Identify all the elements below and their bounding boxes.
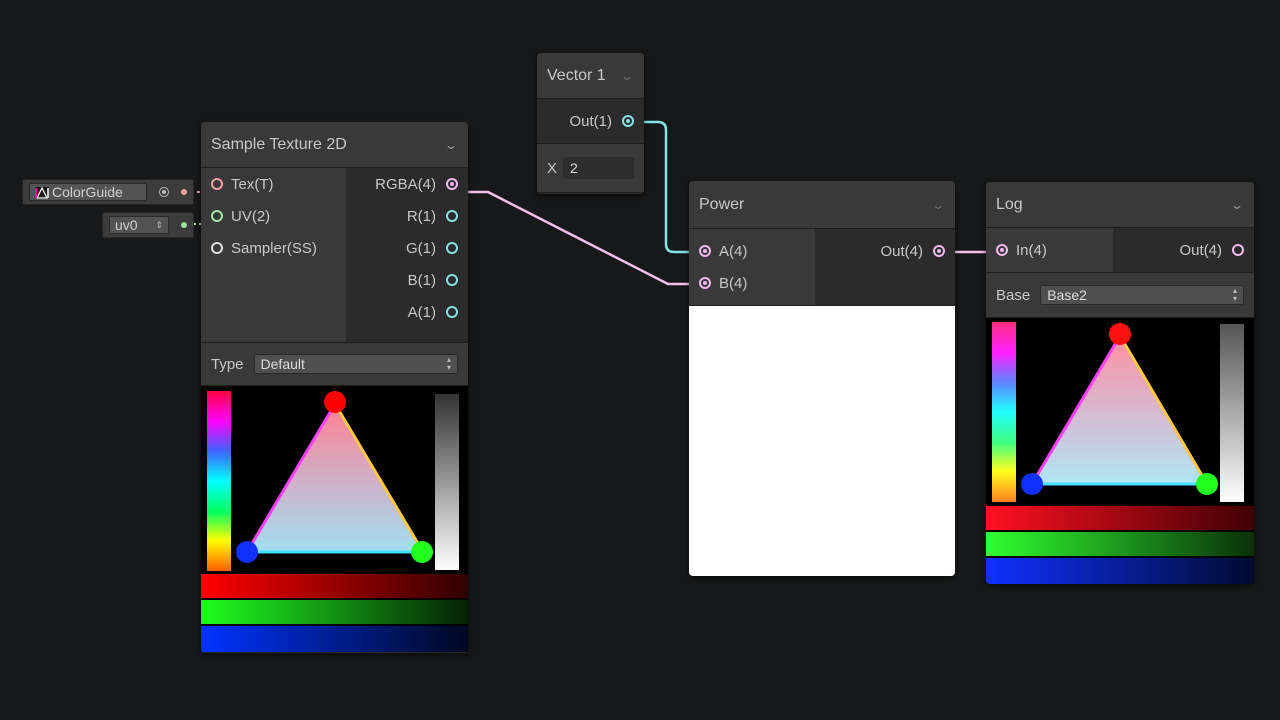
node-title: Power [699, 195, 745, 213]
port-dot-icon[interactable] [211, 210, 223, 222]
node-header[interactable]: Vector 1 ⌄ [537, 53, 644, 99]
port-label: A(4) [719, 242, 748, 260]
node-title: Sample Texture 2D [211, 135, 347, 153]
type-dropdown[interactable]: Default ▴ ▾ [253, 354, 458, 374]
vector1-node[interactable]: Vector 1 ⌄ Out(1) X 2 [537, 53, 644, 194]
port-dot-icon[interactable] [211, 242, 223, 254]
port-label: R(1) [406, 207, 436, 225]
port-label: Sampler(SS) [231, 239, 317, 257]
input-port-in[interactable]: In(4) [986, 234, 1113, 266]
log-node[interactable]: Log ⌄ In(4) Out(4) Base Base2 ▴ ▾ [986, 182, 1254, 584]
port-label: A(1) [407, 303, 436, 321]
port-dot-icon[interactable] [446, 274, 458, 286]
port-label: G(1) [406, 239, 436, 257]
output-port-r[interactable]: R(1) [346, 200, 468, 232]
input-port-a[interactable]: A(4) [689, 235, 815, 267]
output-port-out[interactable]: Out(4) [815, 235, 955, 267]
output-port-out[interactable]: Out(1) [537, 105, 644, 137]
port-dot-icon[interactable] [446, 210, 458, 222]
output-port-out[interactable]: Out(4) [1113, 234, 1254, 266]
uv-channel-value: uv0 [115, 217, 138, 233]
chevron-down-icon[interactable]: ⌄ [928, 198, 948, 212]
port-dot-icon[interactable] [446, 306, 458, 318]
port-label: Out(4) [1179, 241, 1222, 259]
port-label: Out(1) [569, 112, 612, 130]
base-value: Base2 [1047, 287, 1087, 303]
port-label: Tex(T) [231, 175, 274, 193]
port-dot-icon[interactable] [699, 245, 711, 257]
node-title: Vector 1 [547, 66, 606, 84]
input-port-uv[interactable]: UV(2) [201, 200, 346, 232]
chevron-down-icon[interactable]: ⌄ [441, 138, 461, 152]
base-row: Base Base2 ▴ ▾ [986, 273, 1254, 318]
uv-channel-dropdown[interactable]: uv0 ⇕ [109, 216, 169, 234]
texture-object-name: ColorGuide [52, 184, 123, 200]
type-row: Type Default ▴ ▾ [201, 343, 468, 386]
port-dot-icon[interactable] [699, 277, 711, 289]
port-dot-icon[interactable] [996, 244, 1008, 256]
port-label: B(1) [407, 271, 436, 289]
color-guide-image [986, 322, 1254, 584]
x-value-input[interactable]: 2 [563, 157, 634, 179]
x-value: 2 [570, 160, 578, 176]
output-port-rgba[interactable]: RGBA(4) [346, 168, 468, 200]
node-header[interactable]: Sample Texture 2D ⌄ [201, 122, 468, 168]
type-label: Type [211, 355, 244, 373]
texture-thumbnail-icon [35, 186, 49, 199]
texture-inline-input[interactable]: ColorGuide [22, 179, 194, 205]
output-port-a[interactable]: A(1) [346, 296, 468, 328]
output-port-b[interactable]: B(1) [346, 264, 468, 296]
chevron-down-icon[interactable]: ⌄ [1227, 198, 1247, 212]
output-port-g[interactable]: G(1) [346, 232, 468, 264]
port-dot-icon[interactable] [622, 115, 634, 127]
base-label: Base [996, 286, 1031, 304]
log-preview [986, 318, 1254, 584]
port-dot-icon[interactable] [1232, 244, 1244, 256]
texture-preview [201, 386, 468, 652]
power-node[interactable]: Power ⌄ A(4) B(4) Out(4) [689, 181, 955, 576]
texture-inline-port[interactable] [181, 189, 187, 195]
x-label: X [547, 159, 558, 177]
texture-object-field[interactable]: ColorGuide [29, 183, 147, 201]
dropdown-arrows-icon: ▴ ▾ [1232, 286, 1237, 303]
object-picker-icon[interactable] [159, 187, 169, 197]
input-port-b[interactable]: B(4) [689, 267, 815, 299]
chevron-down-icon[interactable]: ⌄ [617, 69, 637, 83]
input-port-sampler[interactable]: Sampler(SS) [201, 232, 346, 264]
port-dot-icon[interactable] [446, 242, 458, 254]
wire-rgba-to-power-b [458, 190, 700, 286]
port-dot-icon[interactable] [933, 245, 945, 257]
port-label: Out(4) [880, 242, 923, 260]
x-field-row: X 2 [537, 144, 644, 193]
power-preview [689, 306, 955, 576]
port-label: RGBA(4) [375, 175, 436, 193]
sample-texture-2d-node[interactable]: Sample Texture 2D ⌄ Tex(T) UV(2) Sampler… [201, 122, 468, 653]
uv-inline-input[interactable]: uv0 ⇕ [102, 212, 194, 238]
port-dot-icon[interactable] [446, 178, 458, 190]
dropdown-arrows-icon: ⇕ [155, 219, 163, 230]
type-value: Default [260, 356, 305, 372]
port-label: UV(2) [231, 207, 271, 225]
node-header[interactable]: Log ⌄ [986, 182, 1254, 228]
color-guide-image [201, 391, 468, 652]
dropdown-arrows-icon: ▴ ▾ [446, 355, 451, 372]
uv-inline-port[interactable] [181, 222, 187, 228]
node-header[interactable]: Power ⌄ [689, 181, 955, 229]
port-dot-icon[interactable] [211, 178, 223, 190]
base-dropdown[interactable]: Base2 ▴ ▾ [1040, 285, 1244, 305]
port-label: In(4) [1016, 241, 1047, 259]
port-label: B(4) [719, 274, 748, 292]
input-port-tex[interactable]: Tex(T) [201, 168, 346, 200]
node-title: Log [996, 195, 1023, 213]
